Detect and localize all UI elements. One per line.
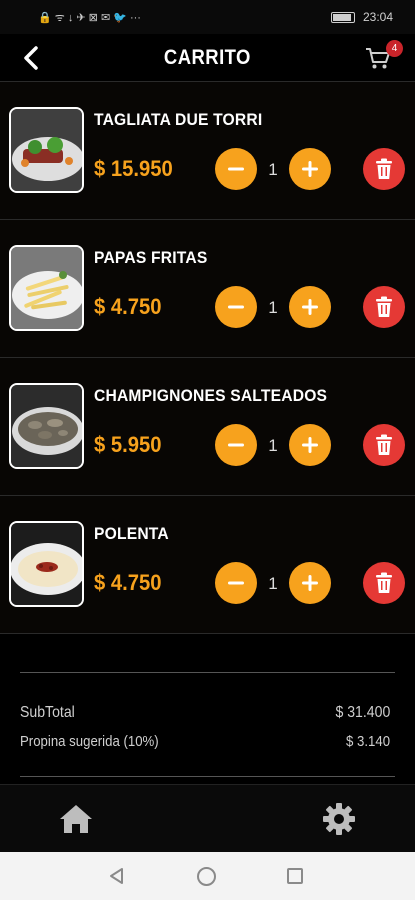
totals-divider	[20, 672, 395, 673]
item-name: TAGLIATA DUE TORRI	[94, 110, 263, 129]
quantity-value: 1	[268, 298, 278, 317]
increase-quantity-button[interactable]	[289, 148, 331, 190]
decrease-quantity-button[interactable]	[215, 424, 257, 466]
item-price: $ 4.750	[94, 570, 162, 595]
quantity-value: 1	[268, 574, 278, 593]
decrease-quantity-button[interactable]	[215, 148, 257, 190]
item-price: $ 5.950	[94, 432, 162, 457]
triangle-back-icon	[110, 868, 123, 884]
increase-quantity-button[interactable]	[289, 562, 331, 604]
item-image	[9, 521, 84, 607]
plus-icon	[302, 161, 318, 177]
delete-item-button[interactable]	[363, 286, 405, 328]
cart-items-list: TAGLIATA DUE TORRI $ 15.950 1 PAPAS FRIT…	[0, 82, 415, 634]
cart-item: TAGLIATA DUE TORRI $ 15.950 1	[0, 82, 415, 220]
decrease-quantity-button[interactable]	[215, 562, 257, 604]
totals-divider	[20, 776, 395, 777]
item-price: $ 15.950	[94, 156, 173, 181]
home-icon	[60, 805, 92, 833]
cart-item: POLENTA $ 4.750 1	[0, 496, 415, 634]
delete-item-button[interactable]	[363, 424, 405, 466]
cart-button[interactable]: 4	[363, 40, 403, 74]
quantity-value: 1	[268, 160, 278, 179]
delete-item-button[interactable]	[363, 562, 405, 604]
increase-quantity-button[interactable]	[289, 286, 331, 328]
system-back-button[interactable]	[107, 866, 127, 891]
system-nav-bar	[0, 852, 415, 900]
quantity-value: 1	[268, 436, 278, 455]
decrease-quantity-button[interactable]	[215, 286, 257, 328]
subtotal-label: SubTotal	[20, 704, 75, 721]
system-recents-button[interactable]	[287, 868, 303, 884]
item-name: PAPAS FRITAS	[94, 248, 208, 267]
item-price: $ 4.750	[94, 294, 162, 319]
status-right: 23:04	[330, 10, 393, 24]
trash-icon	[376, 158, 392, 179]
minus-icon	[228, 167, 244, 171]
item-name: CHAMPIGNONES SALTEADOS	[94, 386, 328, 405]
item-image	[9, 245, 84, 331]
gear-icon	[323, 803, 355, 835]
subtotal-row: SubTotal $ 31.400	[20, 704, 390, 722]
back-button[interactable]	[18, 44, 46, 72]
trash-icon	[376, 572, 392, 593]
plus-icon	[302, 575, 318, 591]
tip-row: Propina sugerida (10%) $ 3.140	[20, 733, 390, 750]
tip-value: $ 3.140	[345, 733, 390, 750]
system-home-button[interactable]	[197, 867, 216, 886]
chevron-left-icon	[24, 46, 38, 70]
status-time: 23:04	[362, 10, 393, 24]
plus-icon	[302, 299, 318, 315]
app-header: CARRITO 4	[0, 34, 415, 82]
status-icons: 🔒 ᯤ ↓ ✈ ⊠ ✉ 🐦 ···	[38, 11, 141, 24]
trash-icon	[376, 296, 392, 317]
minus-icon	[228, 443, 244, 447]
minus-icon	[228, 581, 244, 585]
status-bar: 🔒 ᯤ ↓ ✈ ⊠ ✉ 🐦 ··· 23:04	[0, 0, 415, 34]
delete-item-button[interactable]	[363, 148, 405, 190]
increase-quantity-button[interactable]	[289, 424, 331, 466]
trash-icon	[376, 434, 392, 455]
tip-label: Propina sugerida (10%)	[20, 733, 159, 750]
page-title: CARRITO	[164, 45, 251, 69]
cart-item: PAPAS FRITAS $ 4.750 1	[0, 220, 415, 358]
battery-icon	[330, 11, 355, 23]
item-name: POLENTA	[94, 524, 169, 543]
minus-icon	[228, 305, 244, 309]
cart-item: CHAMPIGNONES SALTEADOS $ 5.950 1	[0, 358, 415, 496]
item-image	[9, 107, 84, 193]
plus-icon	[302, 437, 318, 453]
settings-button[interactable]	[321, 801, 357, 837]
subtotal-value: $ 31.400	[335, 704, 390, 721]
bottom-nav	[0, 784, 415, 852]
cart-count-badge: 4	[386, 40, 403, 57]
item-image	[9, 383, 84, 469]
home-button[interactable]	[58, 803, 94, 835]
